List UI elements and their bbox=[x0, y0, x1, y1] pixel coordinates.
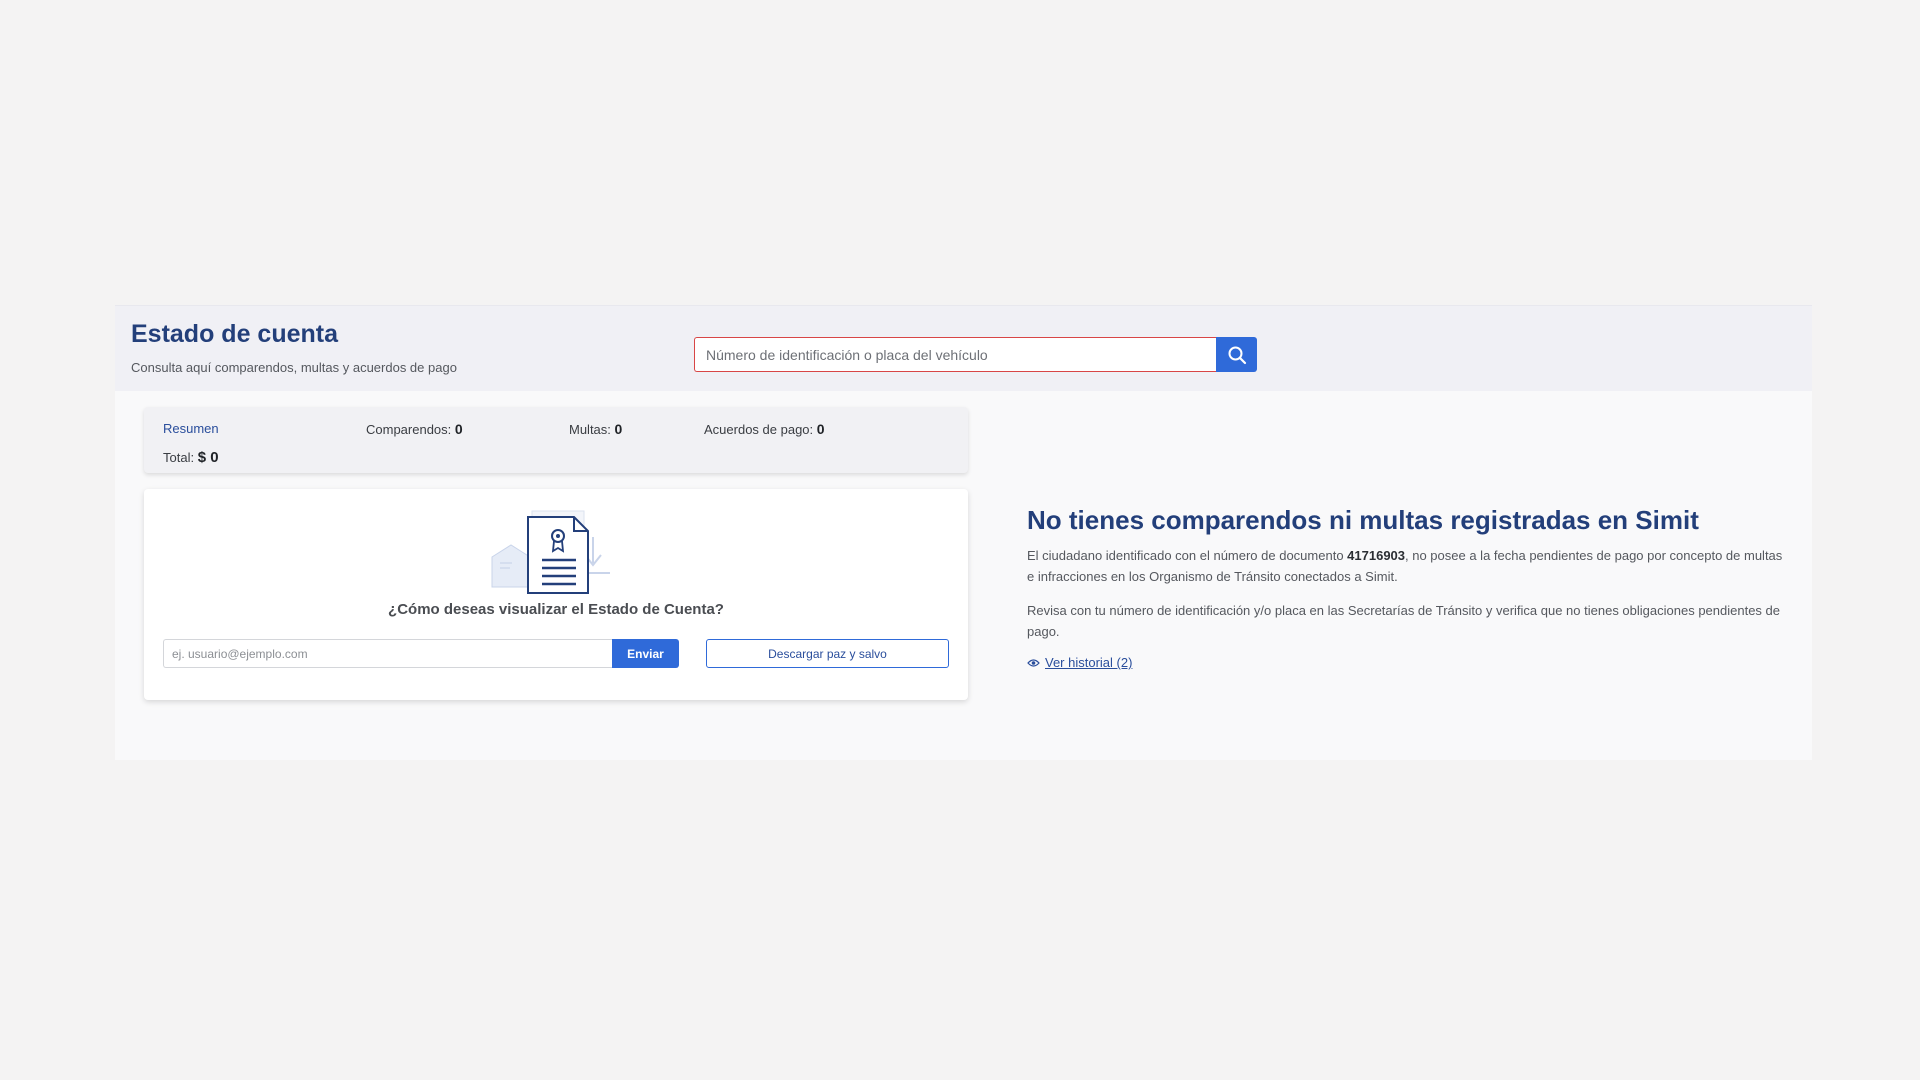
multas-value: 0 bbox=[614, 421, 623, 437]
total-value: $ 0 bbox=[197, 449, 219, 466]
certificate-document-icon bbox=[491, 510, 610, 594]
search-input[interactable] bbox=[694, 337, 1216, 372]
no-records-info: No tienes comparendos ni multas registra… bbox=[1027, 505, 1787, 673]
comparendos-value: 0 bbox=[454, 421, 463, 437]
view-history-label: Ver historial (2) bbox=[1045, 655, 1133, 670]
total-stat: Total: $ 0 bbox=[163, 449, 219, 466]
acuerdos-stat: Acuerdos de pago: 0 bbox=[704, 421, 825, 437]
visualization-question: ¿Cómo deseas visualizar el Estado de Cue… bbox=[388, 601, 724, 618]
view-history-link[interactable]: Ver historial (2) bbox=[1027, 655, 1132, 670]
summary-card: Resumen Comparendos: 0 Multas: 0 Acuerdo… bbox=[144, 407, 968, 473]
acuerdos-value: 0 bbox=[816, 421, 825, 437]
search-button[interactable] bbox=[1216, 337, 1257, 372]
account-status-panel: Estado de cuenta Consulta aquí comparend… bbox=[115, 305, 1812, 760]
email-input[interactable] bbox=[163, 639, 612, 668]
tab-resumen[interactable]: Resumen bbox=[163, 421, 219, 436]
no-records-text-start: El ciudadano identificado con el número … bbox=[1027, 548, 1348, 563]
eye-icon bbox=[1027, 658, 1040, 667]
download-paz-y-salvo-button[interactable]: Descargar paz y salvo bbox=[706, 639, 949, 668]
multas-label: Multas: bbox=[569, 422, 611, 437]
comparendos-stat: Comparendos: 0 bbox=[366, 421, 463, 437]
search-icon bbox=[1228, 346, 1246, 364]
verify-text: Revisa con tu número de identificación y… bbox=[1027, 603, 1781, 639]
panel-header: Estado de cuenta Consulta aquí comparend… bbox=[115, 305, 1812, 391]
multas-stat: Multas: 0 bbox=[569, 421, 622, 437]
no-records-text: El ciudadano identificado con el número … bbox=[1027, 545, 1787, 587]
search-box bbox=[694, 337, 1257, 372]
send-button[interactable]: Enviar bbox=[612, 639, 679, 668]
download-card: ¿Cómo deseas visualizar el Estado de Cue… bbox=[144, 489, 968, 700]
page-subtitle: Consulta aquí comparendos, multas y acue… bbox=[131, 360, 457, 375]
comparendos-label: Comparendos: bbox=[366, 422, 452, 437]
no-records-title: No tienes comparendos ni multas registra… bbox=[1027, 505, 1699, 535]
acuerdos-label: Acuerdos de pago: bbox=[704, 422, 814, 437]
page-title: Estado de cuenta bbox=[131, 320, 338, 348]
document-number: 41716903 bbox=[1347, 548, 1406, 563]
total-label: Total: bbox=[163, 450, 195, 465]
